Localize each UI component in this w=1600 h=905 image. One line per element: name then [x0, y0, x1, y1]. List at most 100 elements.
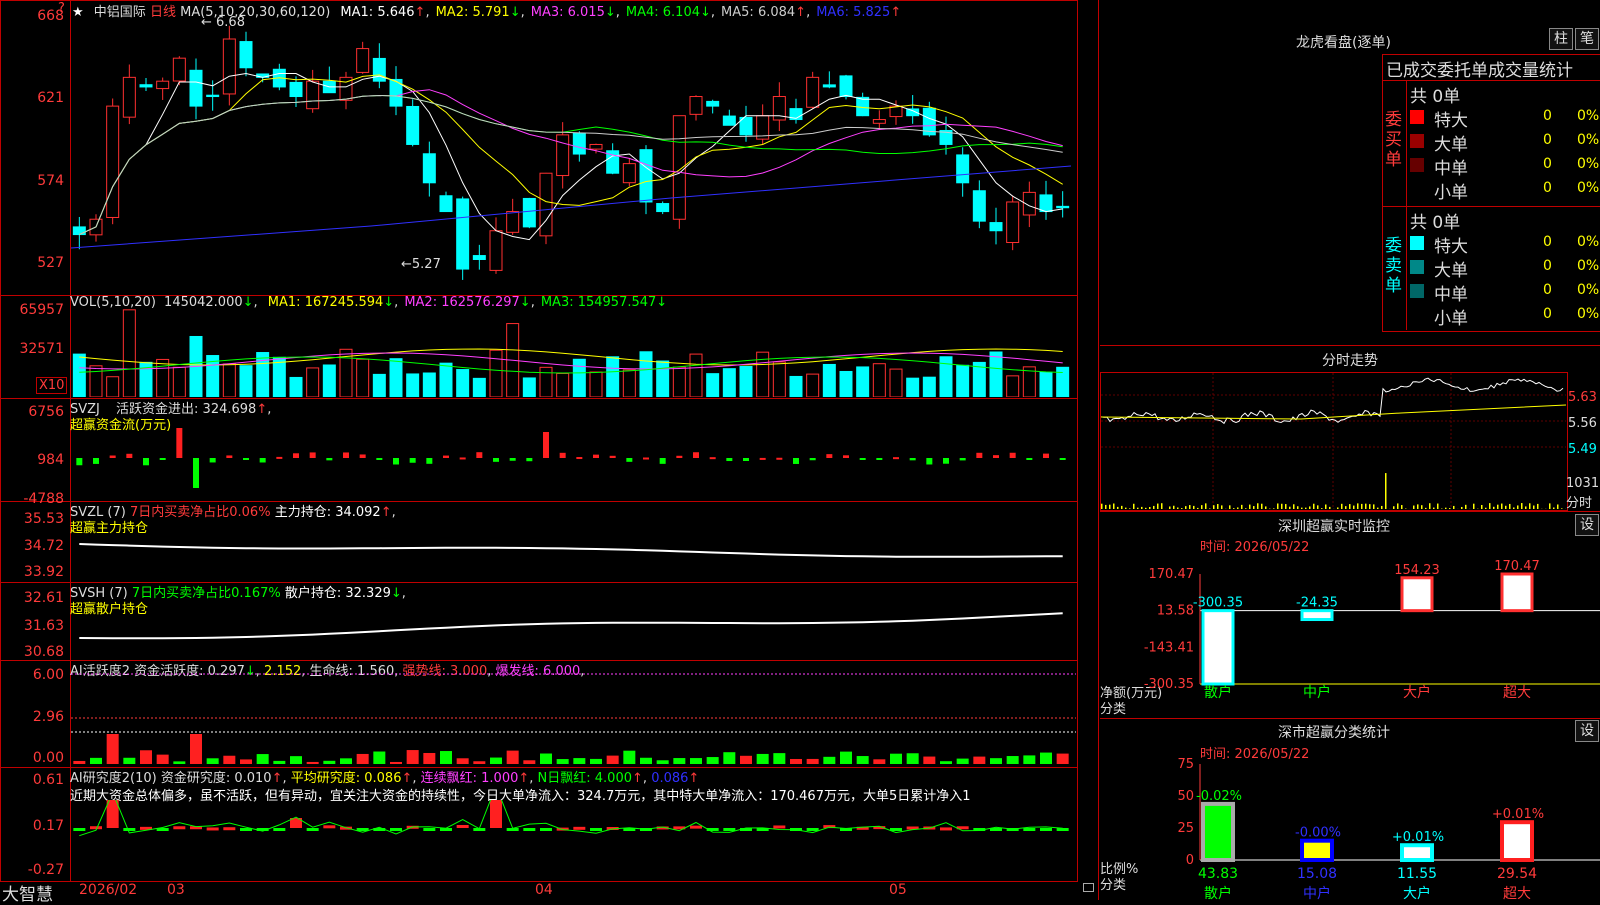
volume-bar	[807, 374, 819, 397]
intraday-volume-bar	[1417, 504, 1419, 509]
candle-body	[957, 155, 969, 183]
intraday-volume-label: 10312	[1566, 476, 1600, 491]
svsh-dir: ↓	[391, 586, 402, 601]
svzj-bars[interactable]	[71, 410, 1076, 500]
classstat-value-label: 15.08	[1297, 866, 1337, 882]
ai-activity-bar	[257, 754, 269, 764]
svzj-bar	[760, 458, 766, 460]
tick-mode-button[interactable]: 笔	[1575, 28, 1599, 50]
date-label: 05	[889, 882, 907, 898]
intraday-price-line	[1101, 378, 1563, 423]
svsh-value: 32.329	[345, 586, 391, 601]
monitor-axis-label: -300.35	[1144, 677, 1194, 692]
ai-research-bar	[807, 828, 819, 831]
ai-activity-bar	[323, 761, 335, 764]
svzj-bar	[126, 454, 132, 458]
ai-research-chart[interactable]	[71, 800, 1076, 880]
classstat-settings-button[interactable]: 设	[1575, 720, 1599, 742]
order-count: 0	[1543, 180, 1552, 196]
ai-research-bar	[307, 828, 319, 831]
volume-bar	[390, 359, 402, 397]
intraday-volume-bar	[1213, 505, 1215, 509]
ai-research-bar	[723, 828, 735, 831]
volume-bar	[607, 357, 619, 397]
volume-bar	[590, 372, 602, 397]
candle-body	[173, 58, 185, 81]
volume-bars[interactable]	[71, 305, 1076, 397]
candle-body	[73, 227, 85, 235]
candle-body	[623, 164, 635, 183]
candle-body	[1007, 202, 1019, 243]
classstat-category-label: 中户	[1303, 885, 1331, 900]
ai-activity-bars[interactable]	[71, 672, 1076, 766]
intraday-volume-bar	[1505, 506, 1507, 509]
svsh-desc: 7日内买卖净占比0.167%	[132, 586, 281, 601]
intraday-volume-bar	[1309, 506, 1311, 509]
ai-research-bar	[523, 828, 535, 831]
classstat-value-label: 43.83	[1198, 866, 1238, 882]
svzj-bar	[710, 457, 716, 459]
ai-research-last: 0.086	[651, 771, 688, 786]
monitor-axis-label: 170.47	[1149, 567, 1195, 582]
ai-activity-bar	[1040, 753, 1052, 764]
intraday-chart[interactable]	[1101, 373, 1566, 509]
dragon-mid-line	[1382, 206, 1600, 207]
monitor-settings-button[interactable]: 设	[1575, 514, 1599, 536]
order-color-swatch	[1410, 284, 1424, 298]
svzj-bar	[210, 458, 216, 462]
intraday-title: 分时走势	[1322, 350, 1378, 370]
monitor-bar-chart[interactable]: 170.4713.58-143.41-300.35-300.35散户-24.35…	[1100, 552, 1600, 718]
ai-research-axis-label: 0.61	[2, 772, 64, 788]
svzl-dir: ↑	[381, 505, 392, 520]
classstat-axis-label: 25	[1177, 821, 1194, 836]
volume-bar	[257, 353, 269, 397]
ai-research-nred-dir: ↑	[632, 771, 643, 786]
svsh-line[interactable]	[71, 600, 1076, 658]
intraday-volume-bar	[1557, 504, 1559, 509]
bar-mode-button[interactable]: 柱	[1549, 28, 1573, 50]
monitor-bar	[1502, 574, 1532, 611]
ai-activity-bar	[923, 757, 935, 764]
intraday-volume-bar	[1429, 503, 1431, 509]
lock-icon[interactable]	[1083, 883, 1094, 892]
order-size-name: 特大	[1434, 232, 1468, 257]
ai-research-bar	[590, 828, 602, 831]
ai-research-bar	[1023, 828, 1035, 831]
volume-bar	[473, 378, 485, 397]
volume-bar	[357, 359, 369, 397]
right-divider	[1098, 0, 1099, 900]
order-count: 0	[1543, 306, 1552, 322]
volume-bar	[273, 357, 285, 397]
ai-research-bar	[207, 827, 219, 830]
svzl-line[interactable]	[71, 530, 1076, 580]
ai-activity-bar	[107, 734, 119, 764]
ai-activity-bar	[640, 758, 652, 764]
intraday-volume-bar	[1453, 506, 1455, 509]
intraday-volume-bar	[1513, 507, 1515, 509]
classstat-category-label: 超大	[1503, 886, 1531, 900]
order-count: 0	[1543, 156, 1552, 172]
svzl-main: 主力持仓:	[275, 505, 336, 520]
candle-body	[140, 85, 152, 87]
candle-body	[473, 256, 485, 260]
intraday-volume-bar	[1305, 508, 1307, 509]
classstat-axis-label: 0	[1186, 853, 1194, 868]
svzj-bar	[76, 458, 82, 465]
ai-activity-bar	[907, 753, 919, 764]
app-logo[interactable]: 大智慧	[2, 880, 53, 905]
svzj-bar	[926, 458, 932, 464]
classstat-bar-chart[interactable]: 7550250-0.02%43.83散户-0.00%15.08中户+0.01%1…	[1100, 756, 1600, 900]
intraday-volume-bar	[1201, 505, 1203, 509]
svzj-bar	[310, 452, 316, 458]
ai-activity-bar	[973, 757, 985, 764]
buy-label: 委买单	[1385, 110, 1401, 170]
intraday-volume-bar	[1521, 503, 1523, 509]
volume-bar	[907, 378, 919, 397]
svzj-bar	[643, 458, 649, 460]
svzj-bar	[626, 458, 632, 462]
intraday-volume-bar	[1329, 507, 1331, 509]
svzj-bar	[226, 455, 232, 458]
ai-research-red: 连续飘红: 1.000	[421, 771, 519, 786]
intraday-volume-bar	[1465, 505, 1467, 509]
candlestick-chart[interactable]: ← 6.68←5.27	[71, 16, 1076, 294]
